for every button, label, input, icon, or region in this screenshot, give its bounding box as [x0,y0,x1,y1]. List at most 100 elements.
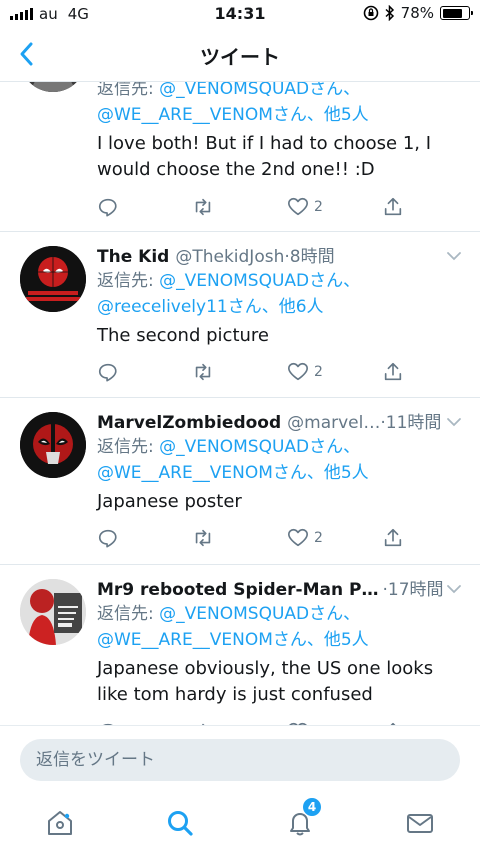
like-button[interactable]: 2 [287,196,323,218]
tab-messages[interactable] [400,803,440,843]
reply-feed[interactable]: 返信先: @_VENOMSQUADさん、 @WE__ARE__VENOMさん、他… [0,82,480,725]
display-name[interactable]: MarvelZombiedood [97,413,281,433]
tweet-body: MarvelZombiedood @marvel… · 11時間 返信先: @_VE… [97,408,466,515]
like-count: 2 [314,199,323,215]
tweet-item[interactable]: MarvelZombiedood @marvel… · 11時間 返信先: @_VE… [0,398,480,565]
retweet-icon [195,198,211,216]
tweet-body: 返信先: @_VENOMSQUADさん、 @WE__ARE__VENOMさん、他… [97,82,466,183]
mention-link[interactable]: @_VENOMSQUADさん、 [159,604,360,624]
reply-to-line: @WE__ARE__VENOMさん、他5人 [97,460,466,486]
share-icon [384,362,402,381]
tab-bar: 4 [0,793,480,854]
mention-link[interactable]: @WE__ARE__VENOMさん、他5人 [97,463,369,483]
tweet-time: 8時間 [289,247,335,267]
orientation-lock-icon [363,5,378,21]
share-button[interactable] [382,361,404,383]
user-handle[interactable]: @marvel… [287,413,380,433]
mention-link[interactable]: @reecelively11さん、他6人 [97,297,324,317]
mail-icon [407,814,433,833]
reply-to-line: @WE__ARE__VENOMさん、他5人 [97,102,466,128]
reply-to-line: 返信先: @_VENOMSQUADさん、 [97,82,466,102]
reply-prefix: 返信先: [97,271,160,291]
battery-icon [440,6,473,20]
status-bar: au 4G 14:31 78% [0,0,480,28]
tab-home[interactable] [40,803,80,843]
heart-icon [288,528,308,547]
mention-link[interactable]: @_VENOMSQUADさん、 [159,82,360,99]
reply-to-line: @WE__ARE__VENOMさん、他5人 [97,627,466,653]
tweet-actions: 2 [97,361,480,389]
display-name[interactable]: Mr9 rebooted Spider-Man P… [97,580,378,600]
tweet-text: I love both! But if I had to choose 1, I… [97,133,432,180]
home-icon [48,811,72,835]
chevron-down-icon[interactable] [446,250,462,262]
retweet-button[interactable] [192,196,214,218]
chevron-down-icon[interactable] [446,583,462,595]
tweet-text: The second picture [97,325,269,346]
reply-composer [0,725,480,793]
avatar[interactable] [20,579,86,645]
chevron-down-icon[interactable] [446,416,462,428]
tweet-header: MarvelZombiedood @marvel… · 11時間 [97,408,466,434]
reply-button[interactable] [97,196,119,218]
mention-link[interactable]: @_VENOMSQUADさん、 [159,271,360,291]
retweet-button[interactable] [192,527,214,549]
tweet-item[interactable]: Mr9 rebooted Spider-Man P… · 17時間 返信先: @_… [0,565,480,725]
reply-button[interactable] [97,361,119,383]
display-name[interactable]: The Kid [97,247,169,267]
share-button[interactable] [382,196,404,218]
avatar[interactable] [20,246,86,312]
like-button[interactable]: 2 [287,527,323,549]
tweet-body: Mr9 rebooted Spider-Man P… · 17時間 返信先: @_… [97,575,466,708]
reply-to-line: 返信先: @_VENOMSQUADさん、 [97,434,466,460]
reply-to-line: 返信先: @_VENOMSQUADさん、 [97,268,466,294]
reply-to-line: @reecelively11さん、他6人 [97,294,466,320]
tab-notifications[interactable]: 4 [280,797,322,843]
avatar[interactable] [20,412,86,478]
tweet-actions: 2 [97,196,480,224]
reply-input[interactable] [20,739,460,781]
tweet-actions: 2 [97,527,480,555]
like-button[interactable]: 2 [287,361,323,383]
status-right: 78% [363,4,473,22]
reply-icon [98,363,117,382]
reply-prefix: 返信先: [97,604,160,624]
reply-prefix: 返信先: [97,82,160,99]
reply-icon [98,529,117,548]
tweet-item[interactable]: 返信先: @_VENOMSQUADさん、 @WE__ARE__VENOMさん、他… [0,82,480,232]
reply-to-line: 返信先: @_VENOMSQUADさん、 [97,601,466,627]
tweet-header: Mr9 rebooted Spider-Man P… · 17時間 [97,575,466,601]
reply-prefix: 返信先: [97,437,160,457]
share-icon [384,197,402,216]
tweet-text: Japanese obviously, the US one looks lik… [97,658,434,705]
like-count: 2 [314,364,323,380]
bluetooth-icon [385,5,394,21]
tab-search[interactable] [160,803,200,843]
tweet-time: 11時間 [385,413,442,433]
retweet-button[interactable] [192,361,214,383]
reply-icon [98,198,117,217]
like-count: 2 [314,530,323,546]
tweet-body: The Kid @ThekidJosh · 8時間 返信先: @_VENOMSQUA… [97,242,466,349]
notification-badge: 4 [302,797,322,817]
nav-bar: ツイート [0,28,480,82]
avatar[interactable] [20,82,86,92]
tweet-time: 17時間 [387,580,444,600]
tweet-text: Japanese poster [97,491,242,512]
reply-button[interactable] [97,527,119,549]
mention-link[interactable]: @WE__ARE__VENOMさん、他5人 [97,630,369,650]
share-icon [384,528,402,547]
share-button[interactable] [382,527,404,549]
user-handle[interactable]: @ThekidJosh [175,247,284,267]
battery-percent: 78% [400,4,434,22]
tweet-header: The Kid @ThekidJosh · 8時間 [97,242,466,268]
heart-icon [288,362,308,381]
retweet-icon [195,363,211,381]
mention-link[interactable]: @WE__ARE__VENOMさん、他5人 [97,105,369,125]
search-icon [168,811,193,836]
page-title: ツイート [200,45,280,69]
mention-link[interactable]: @_VENOMSQUADさん、 [159,437,360,457]
retweet-icon [195,529,211,547]
tweet-item[interactable]: The Kid @ThekidJosh · 8時間 返信先: @_VENOMSQUA… [0,232,480,398]
heart-icon [288,197,308,216]
